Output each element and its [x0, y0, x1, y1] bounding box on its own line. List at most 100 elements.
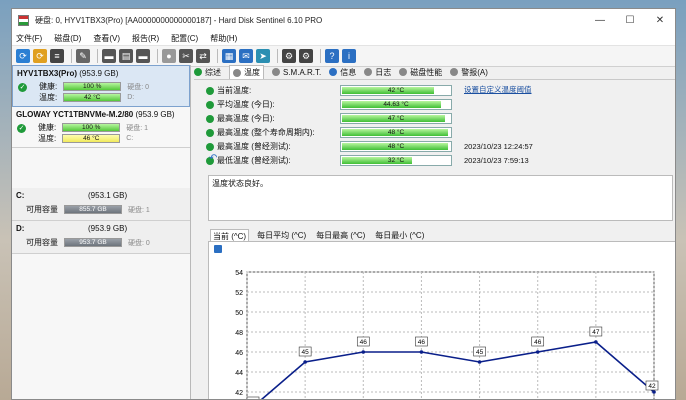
y-tick-label: 48: [235, 330, 243, 337]
temp-bar: 42 °C: [63, 93, 122, 102]
y-tick-label: 44: [235, 370, 243, 377]
tab-label: 综述: [205, 67, 221, 77]
y-tick-label: 54: [235, 270, 243, 277]
menu-view[interactable]: 查看(V): [93, 33, 120, 44]
disk-name: HYV1TBX3(Pro) (953.9 GB): [17, 69, 119, 78]
tab-icon: [272, 68, 280, 76]
tab-icon: [194, 68, 202, 76]
temp-timestamp: 2023/10/23 12:24:57: [464, 142, 533, 151]
menu-bar: 文件(F) 磁盘(D) 查看(V) 报告(R) 配置(C) 帮助(H): [12, 31, 675, 46]
disk-panel: HYV1TBX3(Pro) (953.9 GB) ✓ 健康: 100 % 硬盘:…: [12, 65, 191, 399]
temp-label: 最高温度 (整个寿命周期内):: [217, 128, 315, 137]
disk-index: 硬盘: 1: [126, 124, 149, 132]
drive-check-icon[interactable]: ▬: [136, 49, 150, 63]
temp-value: 44.63 °C: [383, 101, 409, 108]
temp-bar: 44.63 °C: [340, 99, 452, 110]
health-bar: 100 %: [62, 123, 121, 132]
temp-row: 最高温度 (曾经测试):: [206, 140, 335, 153]
temp-bar: 32 °C: [340, 155, 452, 166]
temp-bar: 48 °C: [340, 127, 452, 138]
health-ok-icon: ✓: [17, 124, 26, 133]
volume-item-d[interactable]: D: (953.9 GB) 可用容量 953.7 GB 硬盘: 0: [12, 221, 190, 254]
document-icon[interactable]: ▦: [222, 49, 236, 63]
info-icon[interactable]: i: [342, 49, 356, 63]
temp-value: 48 °C: [387, 143, 405, 150]
volume-disk: 硬盘: 0: [128, 239, 150, 247]
mail-icon[interactable]: ✉: [239, 49, 253, 63]
reset-icon[interactable]: ↶: [209, 153, 219, 164]
data-label: 42: [648, 383, 656, 390]
chart-svg: 40424446485052544045464645464742: [235, 270, 659, 399]
temp-value: 32 °C: [387, 157, 405, 164]
temp-bar: 42 °C: [340, 85, 452, 96]
temp-value: 48 °C: [387, 129, 405, 136]
window-title: 硬盘: 0, HYV1TBX3(Pro) [AA0000000000000187…: [35, 15, 323, 25]
health-ok-icon: ✓: [18, 83, 27, 92]
drive-tool-icon[interactable]: ✂: [179, 49, 193, 63]
tab-0[interactable]: 综述: [194, 67, 221, 78]
toolbar-separator: [97, 49, 98, 63]
volume-size: (953.1 GB): [88, 191, 128, 200]
menu-disk[interactable]: 磁盘(D): [54, 33, 81, 44]
refresh-icon[interactable]: ⟳: [16, 49, 30, 63]
menu-config[interactable]: 配置(C): [171, 33, 198, 44]
report-icon[interactable]: ▤: [119, 49, 133, 63]
disk-item-1[interactable]: GLOWAY YCT1TBNVMe-M.2/80 (953.9 GB) ✓ 健康…: [12, 107, 190, 148]
disk-item-0[interactable]: HYV1TBX3(Pro) (953.9 GB) ✓ 健康: 100 % 硬盘:…: [12, 65, 190, 107]
toolbar-separator: [157, 49, 158, 63]
maximize-button[interactable]: ☐: [615, 9, 645, 31]
tab-label: 温度: [244, 68, 260, 77]
settings-icon[interactable]: ⚙: [282, 49, 296, 63]
tab-6[interactable]: 警报(A): [450, 67, 488, 78]
custom-threshold-link[interactable]: 设置自定义温度阈值: [464, 84, 532, 95]
temp-label: 最高温度 (曾经测试):: [217, 142, 291, 151]
free-label: 可用容量: [26, 238, 58, 247]
free-label: 可用容量: [26, 205, 58, 214]
menu-help[interactable]: 帮助(H): [210, 33, 237, 44]
volume-disk: 硬盘: 1: [128, 206, 150, 214]
temperature-chart: 40424446485052544045464645464742: [208, 241, 675, 399]
temp-row: 最低温度 (曾经测试):: [206, 154, 335, 167]
close-button[interactable]: ✕: [645, 9, 675, 31]
disk-index: 硬盘: 0: [127, 83, 150, 91]
drive-icon[interactable]: ▬: [102, 49, 116, 63]
disk-list-icon[interactable]: ≡: [50, 49, 64, 63]
network-icon[interactable]: ⇄: [196, 49, 210, 63]
toolbar-separator: [277, 49, 278, 63]
status-ok-icon: [206, 128, 214, 137]
tab-2[interactable]: S.M.A.R.T.: [272, 68, 321, 77]
tab-4[interactable]: 日志: [364, 67, 391, 78]
toolbar-separator: [320, 49, 321, 63]
volume-letter: D:: [16, 224, 25, 233]
detail-panel: 综述 温度 S.M.A.R.T. 信息 日志 磁盘性能 警报(A) 设置自定义温度阈值 当前…: [194, 65, 675, 399]
temp-label: 最高温度 (今日):: [217, 114, 275, 123]
volume-item-c[interactable]: C: (953.1 GB) 可用容量 855.7 GB 硬盘: 1: [12, 188, 190, 221]
tab-icon: [450, 68, 459, 76]
minimize-button[interactable]: —: [585, 9, 615, 31]
disk-volumes: D:: [127, 94, 135, 101]
temp-row: 平均温度 (今日):: [206, 98, 335, 111]
volume-letter: C:: [16, 191, 25, 200]
data-point: [361, 350, 366, 354]
data-label: 45: [476, 349, 484, 356]
status-box: 温度状态良好。: [208, 175, 673, 221]
tool-icon[interactable]: ✎: [76, 49, 90, 63]
send-icon[interactable]: ➤: [256, 49, 270, 63]
data-label: 45: [302, 349, 310, 356]
tab-label: 信息: [340, 67, 357, 77]
temp-label: 平均温度 (今日):: [217, 100, 275, 109]
help-icon[interactable]: ?: [325, 49, 339, 63]
tab-3[interactable]: 信息: [329, 67, 356, 78]
data-point: [477, 360, 482, 364]
data-label: 46: [360, 339, 368, 346]
menu-report[interactable]: 报告(R): [132, 33, 159, 44]
refresh-all-icon[interactable]: ⟳: [33, 49, 47, 63]
temp-label: 最低温度 (曾经测试):: [217, 156, 291, 165]
disk-icon[interactable]: ●: [162, 49, 176, 63]
menu-file[interactable]: 文件(F): [16, 33, 42, 44]
tab-5[interactable]: 磁盘性能: [399, 67, 442, 78]
options-icon[interactable]: ⚙: [299, 49, 313, 63]
tab-1[interactable]: 温度: [229, 65, 264, 79]
tab-label: 磁盘性能: [410, 67, 443, 77]
temp-label: 温度:: [39, 93, 58, 102]
